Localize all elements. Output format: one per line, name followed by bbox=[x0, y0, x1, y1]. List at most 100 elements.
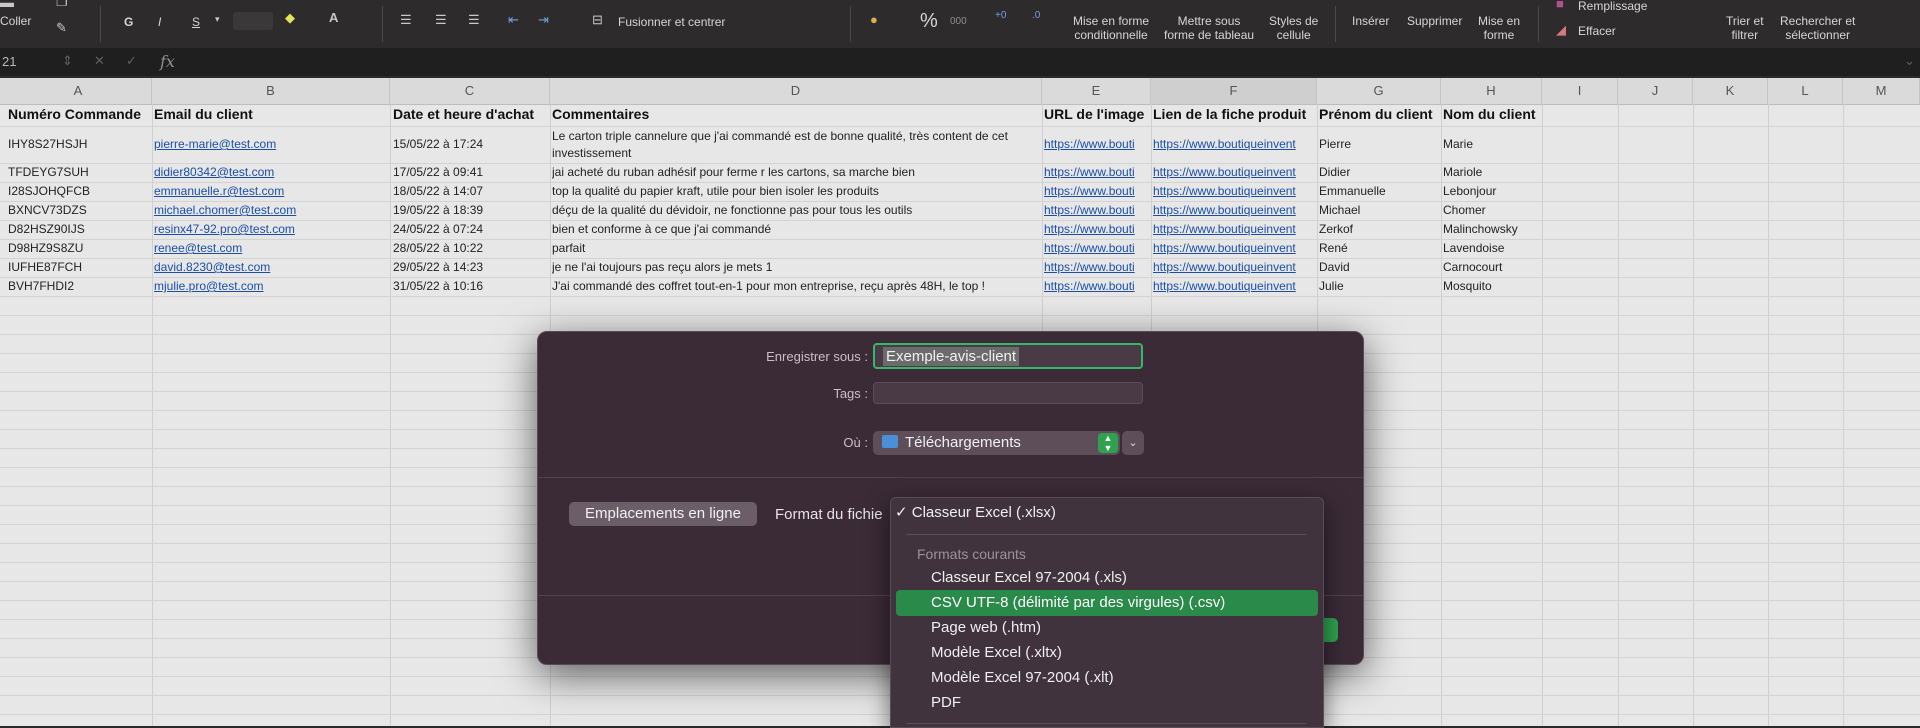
eraser-icon[interactable]: ◢ bbox=[1556, 22, 1566, 38]
thousands-button[interactable]: 000 bbox=[950, 15, 967, 29]
table-cell[interactable]: BXNCV73DZS bbox=[8, 202, 150, 219]
table-cell[interactable]: Chomer bbox=[1443, 202, 1541, 219]
header-cell[interactable]: Email du client bbox=[154, 106, 388, 123]
insert-button[interactable]: Insérer bbox=[1352, 14, 1389, 28]
column-header-d[interactable]: D bbox=[550, 78, 1042, 104]
image-url-link[interactable]: https://www.bouti bbox=[1044, 164, 1150, 181]
image-url-link[interactable]: https://www.bouti bbox=[1044, 240, 1150, 257]
fill-button[interactable]: Remplissage bbox=[1578, 0, 1647, 13]
delete-button[interactable]: Supprimer bbox=[1407, 14, 1462, 28]
table-cell[interactable]: 19/05/22 à 18:39 bbox=[393, 202, 548, 219]
table-cell[interactable]: Malinchowsky bbox=[1443, 221, 1541, 238]
column-header-b[interactable]: B bbox=[152, 78, 390, 104]
table-cell[interactable]: David bbox=[1319, 259, 1440, 276]
table-cell[interactable]: Michael bbox=[1319, 202, 1440, 219]
merge-center-button[interactable]: Fusionner et centrer bbox=[618, 15, 725, 29]
table-cell[interactable]: Lavendoise bbox=[1443, 240, 1541, 257]
image-url-link[interactable]: https://www.bouti bbox=[1044, 183, 1150, 200]
column-header-h[interactable]: H bbox=[1441, 78, 1542, 104]
align-right-icon[interactable]: ☰ bbox=[468, 12, 480, 28]
table-cell[interactable]: je ne l'ai toujours pas reçu alors je me… bbox=[552, 259, 1040, 276]
image-url-link[interactable]: https://www.bouti bbox=[1044, 136, 1150, 153]
header-cell[interactable]: Numéro Commande bbox=[8, 106, 150, 123]
email-link[interactable]: renee@test.com bbox=[154, 240, 388, 257]
column-header-j[interactable]: J bbox=[1618, 78, 1693, 104]
fill-icon[interactable]: ■ bbox=[1556, 0, 1564, 11]
border-button[interactable] bbox=[233, 12, 273, 30]
table-cell[interactable]: Le carton triple cannelure que j'ai comm… bbox=[552, 128, 1040, 162]
online-locations-button[interactable]: Emplacements en ligne bbox=[569, 502, 757, 526]
header-cell[interactable]: URL de l'image bbox=[1044, 106, 1150, 123]
save-button[interactable] bbox=[1324, 618, 1338, 642]
image-url-link[interactable]: https://www.bouti bbox=[1044, 202, 1150, 219]
column-header-c[interactable]: C bbox=[390, 78, 550, 104]
product-link[interactable]: https://www.boutiqueinvent bbox=[1153, 259, 1316, 276]
table-cell[interactable]: déçu de la qualité du dévidoir, ne fonct… bbox=[552, 202, 1040, 219]
menu-item-htm[interactable]: Page web (.htm) bbox=[891, 615, 1323, 641]
find-select-button[interactable]: Rechercher et sélectionner bbox=[1780, 14, 1855, 42]
email-link[interactable]: mjulie.pro@test.com bbox=[154, 278, 388, 295]
add-decimal-icon[interactable]: +0 bbox=[995, 10, 1006, 21]
confirm-icon[interactable]: ✓ bbox=[126, 53, 137, 69]
menu-item-pdf[interactable]: PDF bbox=[891, 690, 1323, 716]
table-cell[interactable]: Mariole bbox=[1443, 164, 1541, 181]
table-cell[interactable]: BVH7FHDI2 bbox=[8, 278, 150, 295]
paste-icon[interactable]: ▬ bbox=[0, 0, 14, 10]
table-cell[interactable]: parfait bbox=[552, 240, 1040, 257]
menu-item-xltx[interactable]: Modèle Excel (.xltx) bbox=[891, 640, 1323, 666]
align-left-icon[interactable]: ☰ bbox=[400, 12, 412, 28]
header-cell[interactable]: Date et heure d'achat bbox=[393, 106, 548, 123]
table-cell[interactable]: Lebonjour bbox=[1443, 183, 1541, 200]
table-cell[interactable]: IHY8S27HSJH bbox=[8, 136, 150, 153]
column-header-i[interactable]: I bbox=[1542, 78, 1618, 104]
table-cell[interactable]: J'ai commandé des coffret tout-en-1 pour… bbox=[552, 278, 1040, 295]
column-header-m[interactable]: M bbox=[1843, 78, 1920, 104]
table-cell[interactable]: D82HSZ90IJS bbox=[8, 221, 150, 238]
table-cell[interactable]: Emmanuelle bbox=[1319, 183, 1440, 200]
table-cell[interactable]: 18/05/22 à 14:07 bbox=[393, 183, 548, 200]
increase-indent-icon[interactable]: ⇥ bbox=[538, 12, 549, 28]
table-cell[interactable]: bien et conforme à ce que j'ai commandé bbox=[552, 221, 1040, 238]
product-link[interactable]: https://www.boutiqueinvent bbox=[1153, 278, 1316, 295]
cell-styles-button[interactable]: Styles de cellule bbox=[1269, 14, 1318, 42]
expand-dialog-button[interactable]: ⌄ bbox=[1122, 431, 1144, 455]
remove-decimal-icon[interactable]: .0 bbox=[1032, 10, 1040, 21]
fill-color-icon[interactable]: ◆ bbox=[285, 10, 295, 26]
product-link[interactable]: https://www.boutiqueinvent bbox=[1153, 240, 1316, 257]
decrease-indent-icon[interactable]: ⇤ bbox=[508, 12, 519, 28]
name-box[interactable]: 21 bbox=[2, 54, 16, 69]
merge-icon[interactable]: ⊟ bbox=[592, 12, 603, 28]
header-cell[interactable]: Nom du client bbox=[1443, 106, 1541, 123]
table-cell[interactable]: Mosquito bbox=[1443, 278, 1541, 295]
column-header-k[interactable]: K bbox=[1693, 78, 1768, 104]
format-painter-icon[interactable]: ✎ bbox=[56, 20, 67, 36]
email-link[interactable]: resinx47-92.pro@test.com bbox=[154, 221, 388, 238]
filename-input[interactable]: Exemple-avis-client bbox=[873, 343, 1143, 369]
table-cell[interactable]: Julie bbox=[1319, 278, 1440, 295]
underline-button[interactable]: S bbox=[192, 15, 200, 29]
expand-formula-icon[interactable]: ⌄ bbox=[1904, 53, 1915, 69]
percent-button[interactable]: % bbox=[920, 11, 938, 31]
table-cell[interactable]: 17/05/22 à 09:41 bbox=[393, 164, 548, 181]
column-header-f[interactable]: F bbox=[1151, 78, 1317, 104]
email-link[interactable]: emmanuelle.r@test.com bbox=[154, 183, 388, 200]
copy-icon[interactable]: ❐ bbox=[56, 0, 68, 10]
image-url-link[interactable]: https://www.bouti bbox=[1044, 259, 1150, 276]
menu-item-xlsx[interactable]: ✓ Classeur Excel (.xlsx) bbox=[891, 500, 1323, 526]
italic-button[interactable]: I bbox=[158, 15, 161, 29]
column-header-a[interactable]: A bbox=[5, 78, 152, 104]
paste-button[interactable]: Coller bbox=[0, 14, 31, 28]
column-header-g[interactable]: G bbox=[1317, 78, 1441, 104]
tags-input[interactable] bbox=[873, 382, 1143, 404]
format-button[interactable]: Mise en forme bbox=[1478, 14, 1520, 42]
menu-item-xls[interactable]: Classeur Excel 97-2004 (.xls) bbox=[891, 565, 1323, 591]
table-cell[interactable]: 28/05/22 à 10:22 bbox=[393, 240, 548, 257]
table-cell[interactable]: Carnocourt bbox=[1443, 259, 1541, 276]
image-url-link[interactable]: https://www.bouti bbox=[1044, 221, 1150, 238]
table-cell[interactable]: 15/05/22 à 17:24 bbox=[393, 136, 548, 153]
table-cell[interactable]: IUFHE87FCH bbox=[8, 259, 150, 276]
menu-item-csv-utf8[interactable]: CSV UTF-8 (délimité par des virgules) (.… bbox=[896, 590, 1318, 616]
menu-item-xlt[interactable]: Modèle Excel 97-2004 (.xlt) bbox=[891, 665, 1323, 691]
email-link[interactable]: pierre-marie@test.com bbox=[154, 136, 388, 153]
table-cell[interactable]: Didier bbox=[1319, 164, 1440, 181]
